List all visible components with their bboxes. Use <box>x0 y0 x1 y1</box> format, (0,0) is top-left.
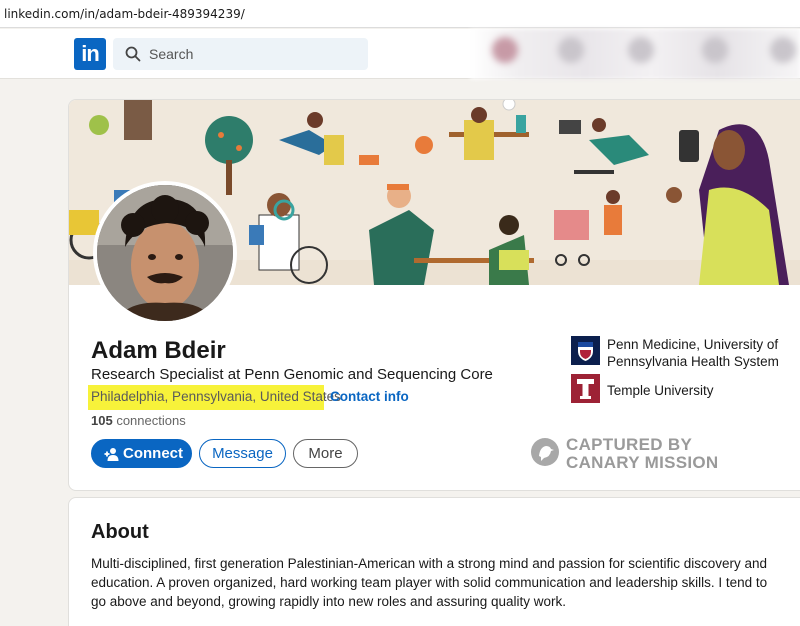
profile-location: Philadelphia, Pennsylvania, United State… <box>91 389 341 404</box>
avatar-photo <box>97 185 233 321</box>
search-input[interactable] <box>149 38 359 70</box>
connect-label: Connect <box>123 445 183 462</box>
top-navbar: in <box>0 29 800 79</box>
temple-t-icon[interactable] <box>571 374 600 403</box>
url-text[interactable]: linkedin.com/in/adam-bdeir-489394239/ <box>4 7 245 21</box>
linkedin-logo[interactable]: in <box>74 38 106 70</box>
more-button[interactable]: More <box>293 439 358 468</box>
penn-shield-icon[interactable] <box>571 336 600 365</box>
connections-number: 105 <box>91 413 113 428</box>
about-title: About <box>91 521 149 543</box>
profile-avatar[interactable] <box>93 181 237 325</box>
contact-info-link[interactable]: Contact info <box>330 389 409 404</box>
watermark-line-1: CAPTURED BY <box>566 435 693 454</box>
connections-label: connections <box>116 413 186 428</box>
connections-count[interactable]: 105 connections <box>91 413 186 428</box>
blurred-nav-icons <box>470 29 800 79</box>
about-text: Multi-disciplined, first generation Pale… <box>91 556 768 609</box>
connect-button[interactable]: Connect <box>91 439 192 468</box>
add-person-icon <box>104 448 119 461</box>
search-icon <box>125 46 141 62</box>
org-name-penn[interactable]: Penn Medicine, University of Pennsylvani… <box>607 336 797 370</box>
watermark-text: CAPTURED BY CANARY MISSION <box>566 436 719 472</box>
org-name-temple[interactable]: Temple University <box>607 382 714 399</box>
profile-headline: Research Specialist at Penn Genomic and … <box>91 366 493 383</box>
search-box[interactable] <box>113 38 368 70</box>
message-button[interactable]: Message <box>199 439 286 468</box>
location-highlight: Philadelphia, Pennsylvania, United State… <box>88 385 341 410</box>
profile-name: Adam Bdeir <box>91 337 226 364</box>
location-separator: · <box>323 389 328 404</box>
browser-address-bar[interactable]: linkedin.com/in/adam-bdeir-489394239/ <box>0 0 800 28</box>
watermark-line-2: CANARY MISSION <box>566 453 719 472</box>
canary-bird-icon <box>531 438 559 466</box>
